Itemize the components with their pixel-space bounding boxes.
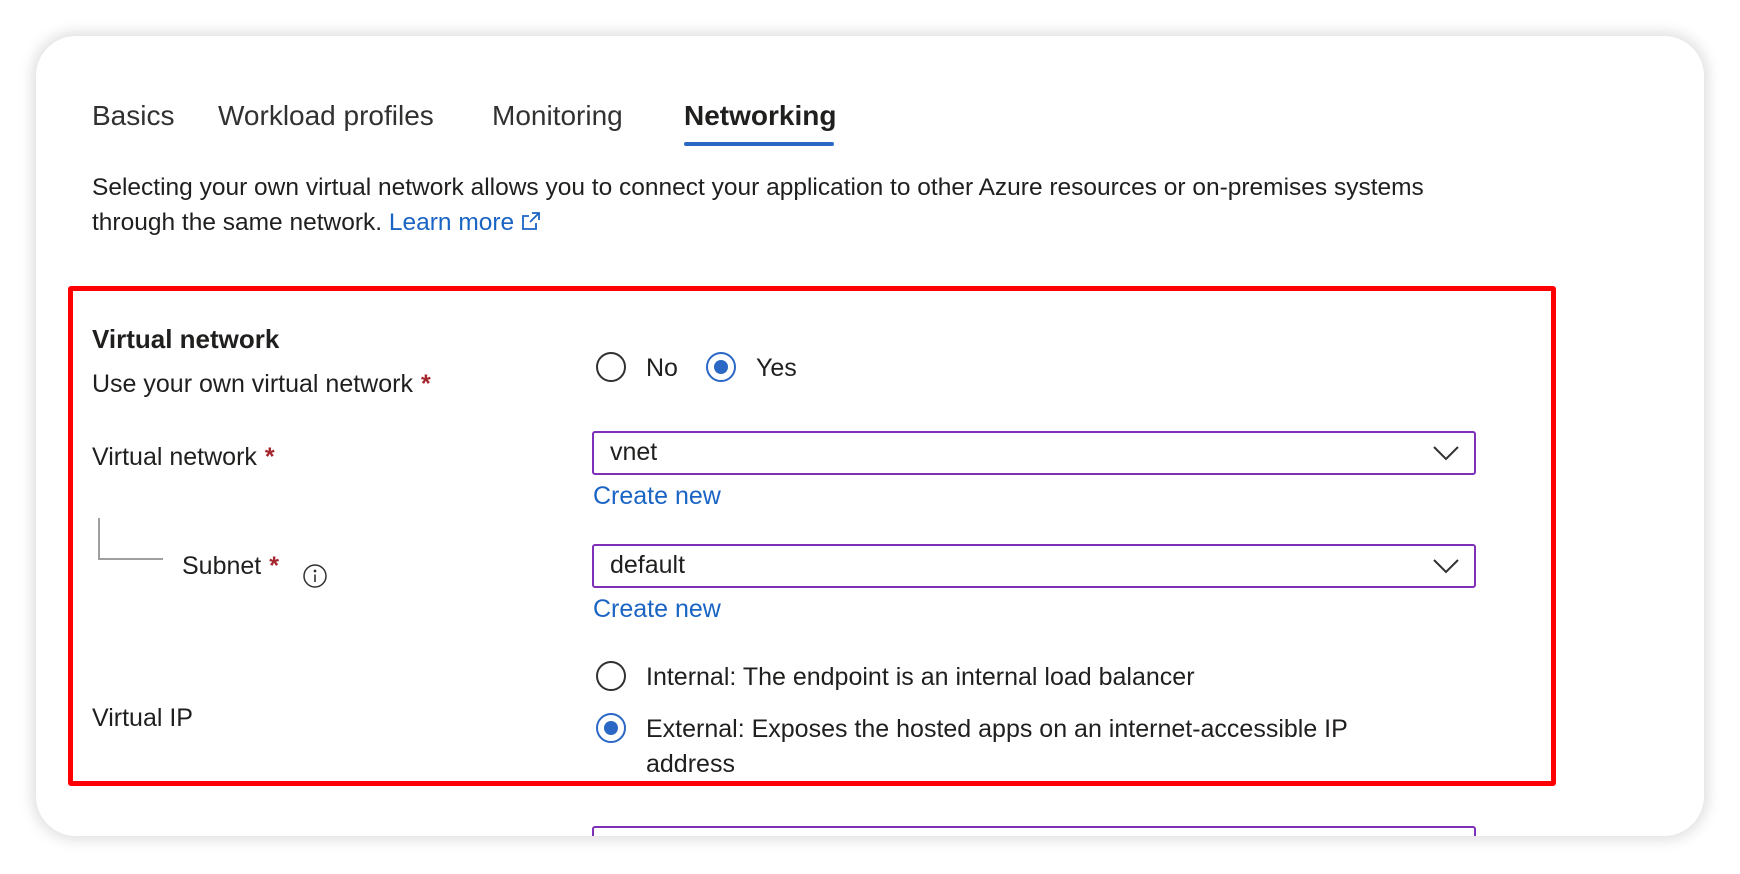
- tab-basics[interactable]: Basics: [92, 98, 174, 134]
- create-new-subnet-link[interactable]: Create new: [593, 595, 721, 624]
- active-tab-indicator: [684, 142, 834, 146]
- virtual-network-label: Virtual network *: [92, 443, 275, 472]
- info-icon[interactable]: [302, 563, 328, 594]
- external-link-icon: [520, 207, 542, 242]
- learn-more-link[interactable]: Learn more: [389, 209, 542, 236]
- use-own-vnet-label: Use your own virtual network *: [92, 370, 431, 399]
- next-field-dropdown[interactable]: [592, 826, 1476, 836]
- tab-monitoring[interactable]: Monitoring: [492, 98, 623, 134]
- required-marker: *: [269, 552, 279, 580]
- virtual-network-text: Virtual network: [92, 443, 257, 471]
- learn-more-label: Learn more: [388, 209, 515, 236]
- required-marker: *: [420, 370, 431, 398]
- tree-connector: [98, 518, 163, 560]
- chevron-down-icon: [1432, 558, 1460, 579]
- radio-yes[interactable]: [706, 352, 736, 382]
- highlight-box: [68, 286, 1556, 786]
- radio-no-label[interactable]: No: [646, 354, 678, 383]
- virtual-network-value: vnet: [610, 438, 658, 466]
- tab-networking[interactable]: Networking: [684, 98, 836, 134]
- subnet-text: Subnet: [182, 552, 262, 580]
- networking-panel: Basics Workload profiles Monitoring Netw…: [36, 36, 1704, 836]
- intro-text: Selecting your own virtual network allow…: [92, 174, 1424, 236]
- chevron-down-icon: [1432, 445, 1460, 466]
- virtual-network-dropdown[interactable]: vnet: [592, 431, 1476, 475]
- tab-workload-profiles[interactable]: Workload profiles: [218, 98, 434, 134]
- subnet-dropdown[interactable]: default: [592, 544, 1476, 588]
- radio-internal[interactable]: [596, 661, 626, 691]
- radio-external-label[interactable]: External: Exposes the hosted apps on an …: [646, 712, 1366, 782]
- virtual-ip-label: Virtual IP: [92, 704, 193, 732]
- intro-description: Selecting your own virtual network allow…: [92, 170, 1492, 242]
- subnet-label: Subnet *: [182, 552, 279, 581]
- use-own-vnet-text: Use your own virtual network: [92, 370, 413, 398]
- radio-no[interactable]: [596, 352, 626, 382]
- required-marker: *: [264, 443, 275, 471]
- create-new-vnet-link[interactable]: Create new: [593, 482, 721, 511]
- radio-external[interactable]: [596, 713, 626, 743]
- section-title: Virtual network: [92, 324, 280, 354]
- radio-yes-label[interactable]: Yes: [756, 354, 797, 383]
- subnet-value: default: [610, 551, 686, 579]
- radio-internal-label[interactable]: Internal: The endpoint is an internal lo…: [646, 660, 1195, 695]
